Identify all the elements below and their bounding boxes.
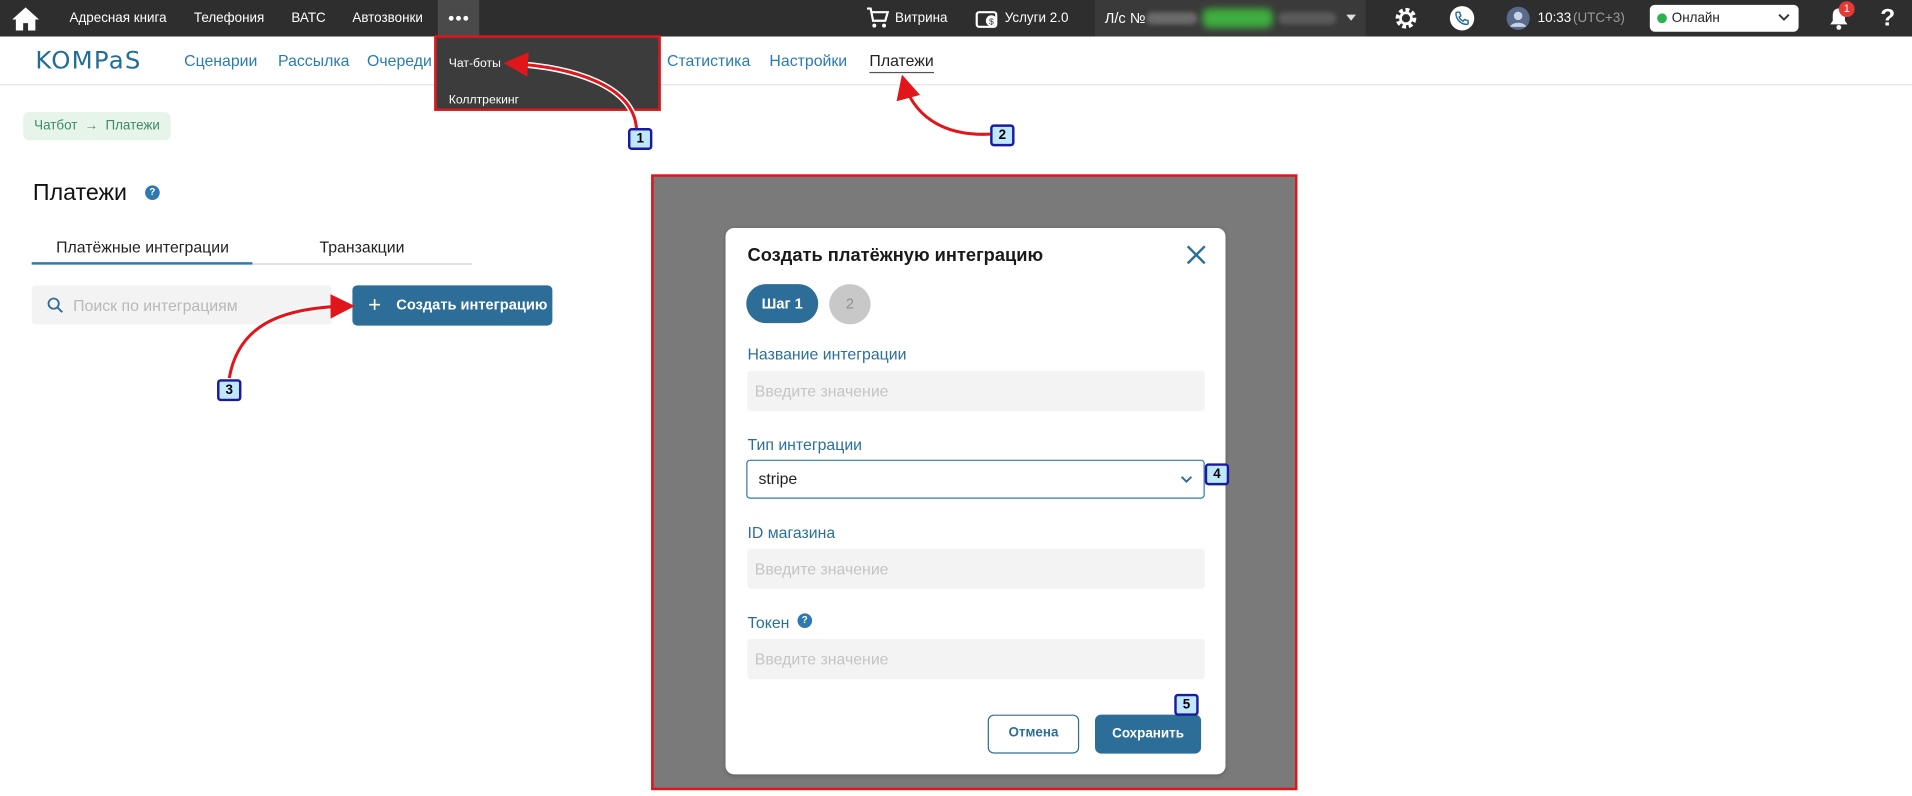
step-1-pill: Шаг 1	[746, 284, 819, 324]
topbar-address-book[interactable]: Адресная книга	[70, 0, 167, 37]
annotation-badge-1: 1	[627, 128, 653, 150]
active-tab-indicator	[31, 262, 253, 265]
breadcrumb-current: Платежи	[105, 118, 160, 133]
search-box	[31, 285, 332, 325]
breadcrumb-arrow: →	[84, 118, 99, 133]
nav-scenarios[interactable]: Сценарии	[184, 51, 257, 69]
search-icon	[47, 297, 63, 313]
more-menu-button[interactable]	[437, 0, 480, 37]
account-selector[interactable]: Л/с №	[1095, 0, 1366, 37]
svg-text:$: $	[989, 16, 994, 26]
topbar-vats[interactable]: ВАТС	[291, 0, 325, 37]
modal-title: Создать платёжную интеграцию	[747, 245, 1044, 266]
nav-queues[interactable]: Очереди	[367, 51, 432, 69]
token-help-icon[interactable]: ?	[797, 613, 813, 628]
top-bar: Адресная книга Телефония ВАТС Автозвонки…	[0, 0, 1912, 37]
nav-mailing[interactable]: Рассылка	[278, 51, 349, 69]
breadcrumb-parent[interactable]: Чатбот	[34, 118, 77, 133]
save-button[interactable]: Сохранить	[1095, 714, 1202, 754]
topbar-telephony[interactable]: Телефония	[194, 0, 264, 37]
plus-icon: +	[368, 292, 382, 318]
integration-type-value: stripe	[758, 469, 798, 488]
shop-id-input[interactable]	[747, 548, 1205, 589]
close-icon[interactable]	[1184, 243, 1208, 267]
account-number-blurred	[1146, 12, 1198, 25]
account-label: Л/с №	[1104, 9, 1146, 27]
account-name-blurred	[1277, 12, 1337, 25]
token-input[interactable]	[747, 638, 1205, 680]
caret-down-icon	[1346, 14, 1356, 21]
annotation-badge-2: 2	[990, 124, 1015, 147]
home-icon[interactable]	[10, 5, 42, 32]
phone-icon[interactable]	[1449, 5, 1476, 32]
integration-name-input[interactable]	[747, 370, 1205, 411]
create-integration-modal: Создать платёжную интеграцию Шаг 1 2 Наз…	[725, 228, 1226, 775]
clock-time: 10:33	[1537, 10, 1572, 26]
cancel-button[interactable]: Отмена	[987, 714, 1080, 754]
showcase-link[interactable]: Витрина	[895, 0, 947, 37]
services-link[interactable]: Услуги 2.0	[1005, 0, 1069, 37]
online-dot-icon	[1657, 13, 1667, 24]
field-label-type: Тип интеграции	[747, 435, 863, 454]
help-icon[interactable]: ?	[145, 185, 160, 200]
highlight-dropdown	[434, 35, 661, 111]
tab-payment-integrations[interactable]: Платёжные интеграции	[56, 238, 229, 256]
chevron-down-icon	[1778, 13, 1790, 21]
annotation-badge-4: 4	[1204, 463, 1230, 486]
field-label-name: Название интеграции	[747, 345, 907, 364]
cart-icon[interactable]	[866, 7, 890, 29]
nav-payments[interactable]: Платежи	[869, 51, 934, 74]
page-title: Платежи	[32, 180, 127, 207]
clock-timezone: (UTC+3)	[1573, 10, 1625, 26]
nav-statistics[interactable]: Статистика	[667, 51, 750, 69]
gear-icon[interactable]	[1394, 6, 1418, 30]
field-label-shop-id: ID магазина	[747, 523, 836, 542]
create-integration-button[interactable]: + Создать интеграцию	[352, 285, 553, 326]
nav-settings[interactable]: Настройки	[769, 51, 847, 69]
topbar-autodial[interactable]: Автозвонки	[352, 0, 422, 37]
integration-type-select[interactable]: stripe	[746, 459, 1205, 499]
tab-transactions[interactable]: Транзакции	[319, 238, 404, 256]
main-nav: KOMPaS Сценарии Рассылка Очереди Статист…	[0, 36, 1912, 86]
help-icon[interactable]: ?	[1880, 4, 1895, 33]
status-value: Онлайн	[1671, 10, 1720, 26]
chevron-down-icon	[1180, 476, 1193, 484]
avatar[interactable]	[1506, 6, 1530, 30]
breadcrumb: Чатбот → Платежи	[23, 112, 171, 141]
status-select[interactable]: Онлайн	[1649, 4, 1799, 32]
tabs: Платёжные интеграции Транзакции	[31, 229, 472, 265]
notification-badge: 1	[1838, 1, 1855, 18]
search-input[interactable]	[73, 285, 324, 325]
step-2-circle: 2	[829, 284, 871, 325]
create-integration-label: Создать интеграцию	[396, 296, 548, 314]
annotation-badge-5: 5	[1174, 693, 1199, 716]
account-balance-blurred	[1202, 8, 1274, 29]
services-icon[interactable]: $	[975, 7, 1000, 29]
arrow-2	[900, 79, 991, 138]
field-label-token: Токен	[747, 613, 790, 632]
annotation-badge-3: 3	[217, 379, 242, 402]
logo[interactable]: KOMPaS	[35, 45, 141, 74]
